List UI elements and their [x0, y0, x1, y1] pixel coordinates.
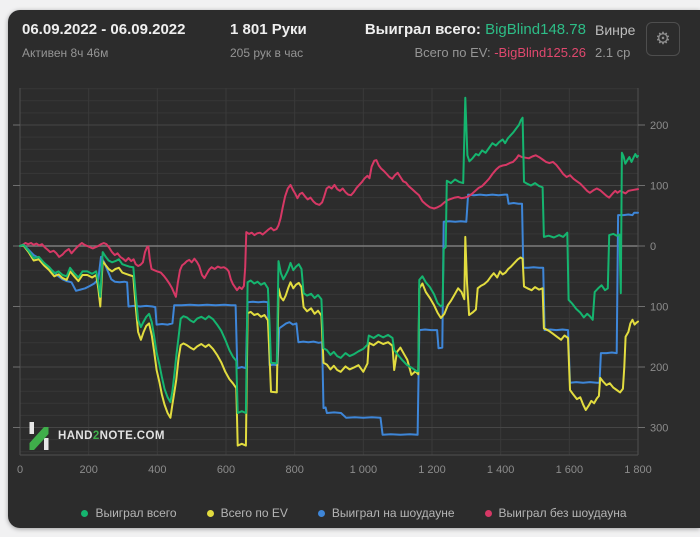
logo-part2: 2 [92, 430, 100, 442]
series-line-Выиграл на шоудауне [19, 193, 639, 436]
x-axis-label: 200 [79, 464, 97, 476]
series-line-Выиграл без шоудауна [19, 154, 639, 298]
series-line-Выиграл всего [19, 96, 639, 414]
y-axis-label: 200 [650, 362, 668, 374]
legend-dot-icon [206, 509, 214, 517]
hands-per-hour: 205 рук в час [230, 46, 304, 60]
hands-block: 1 801 Руки 205 рук в час [230, 20, 307, 61]
legend-label: Выиграл без шоудауна [498, 506, 627, 520]
hands-count: 1 801 Руки [230, 21, 307, 38]
legend-dot-icon [81, 509, 89, 517]
legend: Выиграл всего Всего по EV Выиграл на шоуда… [8, 506, 700, 520]
ev-total-row: Всего по EV: -BigBlind125.26 [328, 45, 586, 61]
y-axis-label: 200 [650, 120, 668, 132]
x-axis-label: 400 [148, 464, 166, 476]
hand2note-logo-text: HAND2NOTE.COM [58, 430, 165, 442]
winrate-label: Винре [595, 22, 636, 38]
legend-label: Всего по EV [220, 506, 288, 520]
gear-icon: ⚙ [655, 29, 671, 48]
winrate-block: Винре 2.1 ср [595, 20, 643, 61]
legend-item[interactable]: Выиграл без шоудауна [484, 506, 627, 520]
active-time: Активен 8ч 46м [22, 46, 109, 60]
legend-item[interactable]: Всего по EV [206, 506, 288, 520]
legend-item[interactable]: Выиграл всего [81, 506, 177, 520]
y-axis-label: 100 [650, 302, 668, 314]
x-axis-label: 0 [17, 464, 23, 476]
x-axis-label: 1 400 [487, 464, 515, 476]
y-axis-label: 100 [650, 181, 668, 193]
won-total-value: BigBlind148.78 [485, 21, 586, 38]
legend-item[interactable]: Выиграл на шоудауне [317, 506, 455, 520]
x-axis-label: 1 000 [350, 464, 378, 476]
won-total-label: Выиграл всего: [364, 21, 481, 38]
ev-total-label: Всего по EV: [414, 45, 491, 60]
logo-part1: HAND [58, 430, 93, 442]
y-axis-label: 300 [650, 423, 668, 435]
series-line-Всего по EV [19, 235, 639, 447]
won-total-row: Выиграл всего: BigBlind148.78 [328, 20, 586, 40]
date-range-block: 06.09.2022 - 06.09.2022 Активен 8ч 46м [22, 20, 185, 61]
session-graph-panel: 06.09.2022 - 06.09.2022 Активен 8ч 46м 1… [8, 10, 700, 528]
hand2note-logo: HAND2NOTE.COM [28, 422, 165, 450]
logo-part3: NOTE.COM [99, 430, 165, 442]
legend-label: Выиграл всего [95, 506, 177, 520]
x-axis-label: 800 [285, 464, 303, 476]
winrate-value: 2.1 ср [595, 45, 631, 60]
legend-label: Выиграл на шоудауне [331, 506, 455, 520]
legend-dot-icon [317, 509, 325, 517]
x-axis-label: 600 [217, 464, 235, 476]
y-axis-label: 0 [650, 241, 656, 253]
x-axis-label: 1 600 [556, 464, 584, 476]
date-range: 06.09.2022 - 06.09.2022 [22, 21, 186, 38]
x-axis-label: 1 800 [624, 464, 652, 476]
hand2note-logo-icon [29, 422, 49, 450]
legend-dot-icon [484, 509, 492, 517]
ev-total-value: -BigBlind125.26 [494, 45, 586, 60]
settings-button[interactable]: ⚙ [646, 22, 680, 56]
winnings-block: Выиграл всего: BigBlind148.78 Всего по E… [328, 20, 586, 61]
x-axis-label: 1 200 [418, 464, 446, 476]
